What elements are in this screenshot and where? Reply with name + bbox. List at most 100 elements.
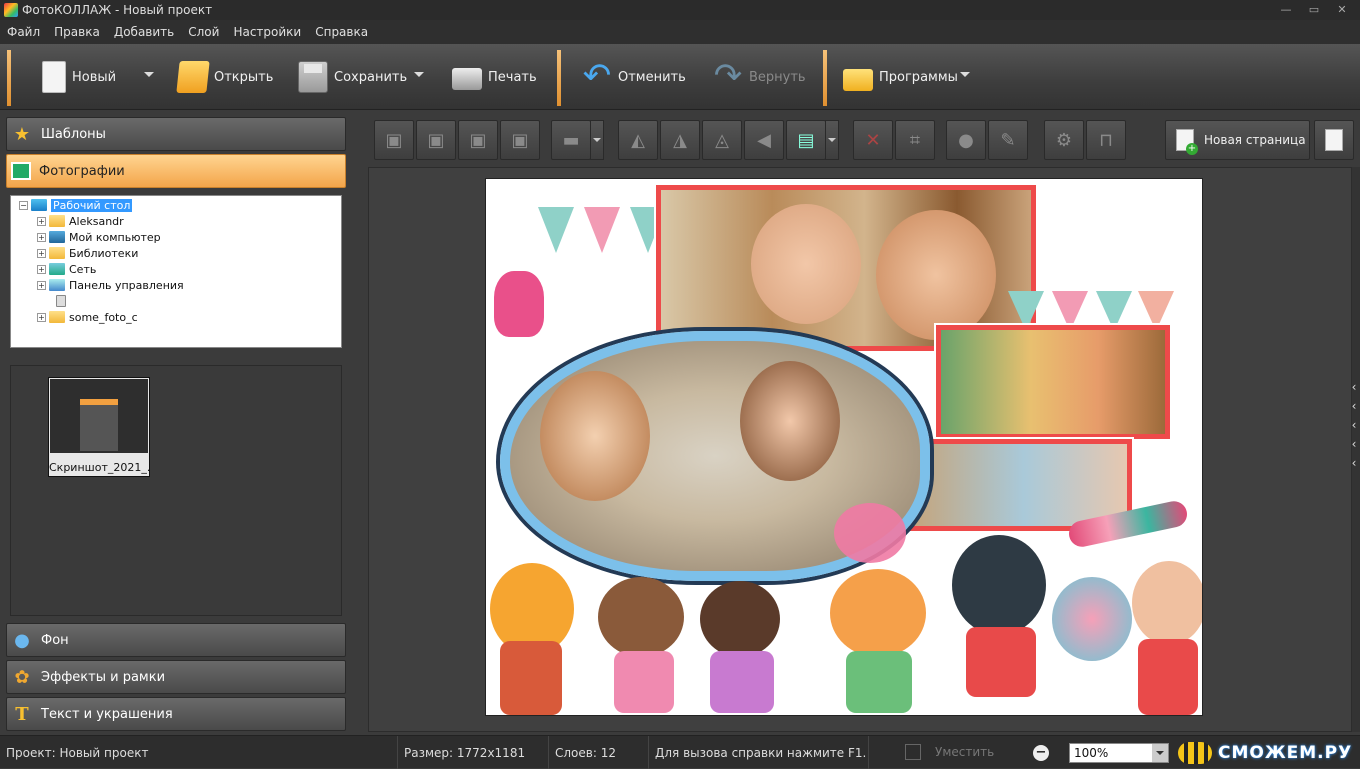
send-back-icon: ▣ — [511, 129, 529, 151]
chevron-left-icon[interactable]: ‹ — [1348, 437, 1360, 456]
tree-item-desktop[interactable]: − Рабочий стол — [19, 197, 133, 213]
templates-label: Шаблоны — [41, 126, 106, 142]
crop-button[interactable]: ⌗ — [895, 120, 935, 160]
menu-file[interactable]: Файл — [0, 25, 47, 39]
size-label: Размер: — [404, 745, 454, 760]
palette-icon: ✿ — [14, 666, 30, 688]
tree-item-network[interactable]: + Сеть — [37, 261, 96, 277]
expand-icon[interactable]: + — [37, 312, 46, 322]
templates-section-header[interactable]: ★ Шаблоны — [6, 117, 346, 151]
collage-photo[interactable] — [936, 325, 1170, 439]
fit-screen-icon — [905, 744, 921, 760]
background-section-header[interactable]: ● Фон — [6, 623, 346, 657]
align-button[interactable]: ▬ — [551, 120, 591, 160]
bring-forward-icon: ▣ — [427, 129, 445, 151]
fit-label: Уместить — [935, 745, 995, 759]
programs-dropdown-arrow[interactable] — [960, 72, 970, 77]
menu-edit[interactable]: Правка — [47, 25, 107, 39]
title-bar: ФотоКОЛЛАЖ - Новый проект — ▭ ✕ — [0, 0, 1360, 20]
expand-icon[interactable]: + — [37, 216, 46, 226]
network-icon — [49, 263, 65, 275]
menu-settings[interactable]: Настройки — [226, 25, 308, 39]
expand-icon[interactable]: + — [37, 232, 46, 242]
menu-add[interactable]: Добавить — [107, 25, 181, 39]
close-button[interactable]: ✕ — [1328, 1, 1356, 19]
lock-button[interactable]: ⊓ — [1086, 120, 1126, 160]
chevron-left-icon[interactable]: ‹ — [1348, 456, 1360, 475]
tree-item-recycle-bin[interactable] — [56, 293, 70, 309]
effects-section-header[interactable]: ✿ Эффекты и рамки — [6, 660, 346, 694]
align-dropdown[interactable] — [590, 120, 604, 160]
settings-button[interactable]: ⚙ — [1044, 120, 1084, 160]
save-button-label: Сохранить — [334, 69, 408, 85]
chevron-left-icon[interactable]: ‹ — [1348, 380, 1360, 399]
chevron-left-icon[interactable]: ‹ — [1348, 418, 1360, 437]
redo-arrow-icon: ↷ — [713, 56, 743, 96]
bring-forward-button[interactable]: ▣ — [416, 120, 456, 160]
tree-item-my-computer[interactable]: + Мой компьютер — [37, 229, 161, 245]
maximize-button[interactable]: ▭ — [1300, 1, 1328, 19]
zoom-out-button[interactable]: − — [1033, 745, 1049, 761]
toolbar-separator — [557, 50, 561, 106]
new-dropdown-arrow[interactable] — [144, 72, 154, 77]
flip-vertical-button[interactable]: ◀ — [744, 120, 784, 160]
fit-button[interactable]: ▤ — [786, 120, 826, 160]
menu-help[interactable]: Справка — [308, 25, 375, 39]
undo-button[interactable]: ↶ Отменить — [582, 52, 686, 102]
photos-section-header[interactable]: Фотографии — [6, 154, 346, 188]
rotate-right-button[interactable]: ◮ — [660, 120, 700, 160]
page-properties-button[interactable] — [1314, 120, 1354, 160]
send-backward-button[interactable]: ▣ — [458, 120, 498, 160]
programs-button[interactable]: Программы — [843, 52, 958, 102]
tree-item-control-panel[interactable]: + Панель управления — [37, 277, 184, 293]
open-button[interactable]: Открыть — [176, 52, 274, 102]
new-page-button[interactable]: Новая страница — [1165, 120, 1310, 160]
new-document-icon — [42, 61, 66, 93]
delete-button[interactable]: ✕ — [853, 120, 893, 160]
open-button-label: Открыть — [214, 69, 274, 85]
photo-thumbnail[interactable]: Скриншот_2021_... — [48, 377, 150, 477]
chevron-down-icon[interactable] — [1152, 744, 1168, 762]
rotate-right-icon: ◮ — [673, 129, 687, 151]
bring-front-button[interactable]: ▣ — [374, 120, 414, 160]
fit-dropdown[interactable] — [825, 120, 839, 160]
tree-item-some-foto[interactable]: + some_foto_c — [37, 309, 138, 325]
face-shape — [876, 210, 996, 340]
redo-button[interactable]: ↷ Вернуть — [713, 52, 806, 102]
fit-to-window-button[interactable]: Уместить — [905, 744, 994, 760]
chevron-left-icon[interactable]: ‹ — [1348, 399, 1360, 418]
bee-icon — [1178, 742, 1212, 764]
programs-box-icon — [843, 69, 873, 91]
expand-icon[interactable]: + — [37, 280, 46, 290]
send-back-button[interactable]: ▣ — [500, 120, 540, 160]
expand-icon[interactable]: + — [37, 264, 46, 274]
tree-item-libraries[interactable]: + Библиотеки — [37, 245, 138, 261]
folder-tree[interactable]: − Рабочий стол + Aleksandr + Мой компьют… — [10, 195, 342, 348]
rotate-left-button[interactable]: ◭ — [618, 120, 658, 160]
edit-toolbar: ▣ ▣ ▣ ▣ ▬ ◭ ◮ ◬ ◀ ▤ ✕ ⌗ ● ✎ ⚙ ⊓ Новая ст… — [366, 114, 1360, 166]
save-dropdown-arrow[interactable] — [414, 72, 424, 77]
color-button[interactable]: ● — [946, 120, 986, 160]
side-panel-toggles[interactable]: ‹ ‹ ‹ ‹ ‹ — [1348, 380, 1360, 475]
menu-layer[interactable]: Слой — [181, 25, 226, 39]
redo-button-label: Вернуть — [749, 69, 806, 85]
save-button[interactable]: Сохранить — [298, 52, 407, 102]
folder-icon — [49, 311, 65, 323]
new-button[interactable]: Новый — [42, 52, 116, 102]
flip-horizontal-button[interactable]: ◬ — [702, 120, 742, 160]
zoom-select[interactable]: 100% — [1069, 743, 1169, 763]
tree-item-aleksandr[interactable]: + Aleksandr — [37, 213, 124, 229]
recycle-bin-icon — [56, 295, 66, 307]
collage-page[interactable] — [485, 178, 1203, 716]
tree-item-label: some_foto_c — [69, 310, 138, 324]
undo-arrow-icon: ↶ — [582, 56, 612, 96]
minimize-button[interactable]: — — [1272, 1, 1300, 19]
programs-button-label: Программы — [879, 69, 958, 85]
collapse-icon[interactable]: − — [19, 200, 28, 210]
text-section-header[interactable]: T Текст и украшения — [6, 697, 346, 731]
expand-icon[interactable]: + — [37, 248, 46, 258]
clean-button[interactable]: ✎ — [988, 120, 1028, 160]
thumbnail-image — [50, 379, 148, 453]
print-button[interactable]: Печать — [452, 52, 537, 102]
star-icon: ★ — [13, 123, 31, 145]
